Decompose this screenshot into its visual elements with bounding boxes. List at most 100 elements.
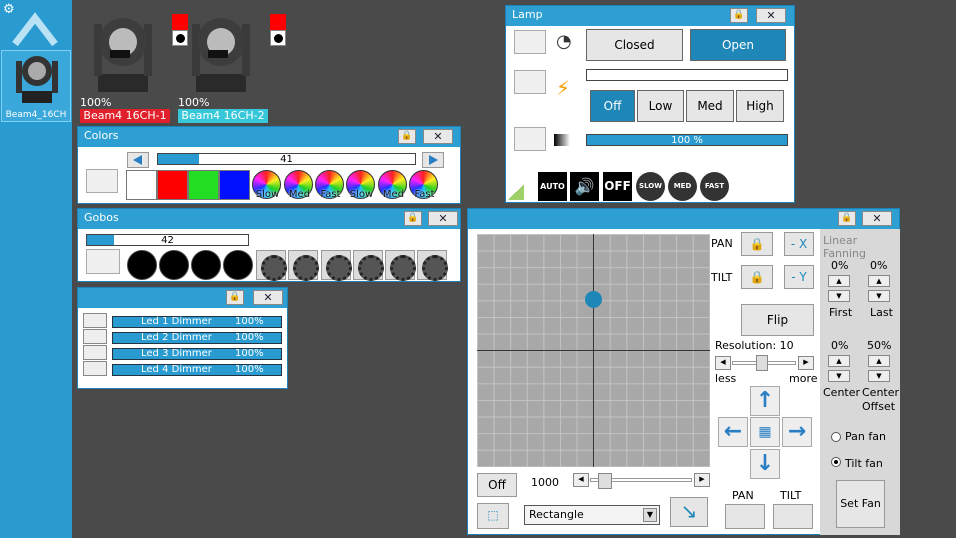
- selection-icon[interactable]: ⬚: [477, 503, 509, 529]
- strobe-med-button[interactable]: Med: [686, 90, 734, 122]
- last-down-button[interactable]: ▼: [868, 290, 890, 302]
- effect-off-button[interactable]: OFF: [603, 172, 632, 201]
- gobo-shake-2-button[interactable]: [288, 250, 319, 281]
- tilt-lock-icon[interactable]: 🔒: [741, 265, 773, 289]
- invert-y-button[interactable]: - Y: [784, 265, 814, 289]
- close-button[interactable]: ✕: [253, 290, 283, 305]
- color-swatch-red[interactable]: [157, 170, 188, 200]
- dimmer-reset-button[interactable]: [514, 127, 546, 151]
- gobos-reset-button[interactable]: [86, 249, 120, 274]
- led-3-button[interactable]: [83, 345, 107, 360]
- led-1-button[interactable]: [83, 313, 107, 328]
- resolution-right-button[interactable]: ▶: [798, 356, 814, 370]
- lock-icon[interactable]: 🔒: [398, 129, 416, 144]
- strobe-reset-button[interactable]: [514, 70, 546, 94]
- center-grid-icon[interactable]: ▦: [750, 417, 780, 447]
- shape-select[interactable]: Rectangle ▼: [524, 505, 660, 525]
- gobo-3-button[interactable]: [191, 250, 221, 280]
- lock-icon[interactable]: 🔒: [730, 8, 748, 23]
- fixture-thumbnail[interactable]: Beam4_16CH: [1, 50, 71, 122]
- set-fan-button[interactable]: Set Fan: [836, 480, 885, 528]
- led-4-button[interactable]: [83, 361, 107, 376]
- first-down-button[interactable]: ▼: [828, 290, 850, 302]
- effect-slow-button[interactable]: SLOW: [636, 172, 665, 201]
- gobo-shake-4-button[interactable]: [353, 250, 384, 281]
- offset-down-button[interactable]: ▼: [868, 370, 890, 382]
- gobo-shake-3-button[interactable]: [321, 250, 352, 281]
- led-4-dimmer[interactable]: Led 4 Dimmer 100%: [112, 364, 282, 376]
- color-swatch-blue[interactable]: [219, 170, 250, 200]
- offset-up-button[interactable]: ▲: [868, 355, 890, 367]
- shutter-closed-button[interactable]: Closed: [586, 29, 683, 61]
- arrow-down-icon[interactable]: ↓: [750, 449, 780, 479]
- colors-prev-button[interactable]: [127, 152, 149, 168]
- gobo-1-button[interactable]: [127, 250, 157, 280]
- speed-slider-thumb[interactable]: [598, 473, 612, 489]
- tilt-fan-radio[interactable]: [831, 457, 841, 467]
- arrow-up-icon[interactable]: ↑: [750, 386, 780, 416]
- gobos-slider[interactable]: 42: [86, 234, 249, 246]
- color-wheel-med-button[interactable]: Med: [284, 170, 313, 200]
- pan-value-button[interactable]: [725, 504, 765, 529]
- direction-diagonal-icon[interactable]: ↘: [670, 497, 708, 527]
- close-button[interactable]: ✕: [428, 211, 458, 226]
- fixture-2[interactable]: 100% Beam4 16CH-2: [178, 12, 286, 123]
- arrow-right-icon[interactable]: →: [782, 417, 812, 447]
- sound-icon[interactable]: 🔊: [570, 172, 599, 201]
- flip-button[interactable]: Flip: [741, 304, 814, 336]
- first-up-button[interactable]: ▲: [828, 275, 850, 287]
- gobo-4-button[interactable]: [223, 250, 253, 280]
- arrow-left-icon[interactable]: ←: [718, 417, 748, 447]
- off-button[interactable]: Off: [477, 473, 517, 497]
- resolution-left-button[interactable]: ◀: [715, 356, 731, 370]
- color-wheel-fast-rev-button[interactable]: Fast: [409, 170, 438, 200]
- gobo-2-button[interactable]: [159, 250, 189, 280]
- center-up-button[interactable]: ▲: [828, 355, 850, 367]
- pantilt-position-handle[interactable]: [585, 291, 602, 308]
- color-wheel-slow-button[interactable]: Slow: [252, 170, 281, 200]
- color-swatch-white[interactable]: [126, 170, 157, 200]
- fixture-1[interactable]: 100% Beam4 16CH-1: [80, 12, 188, 123]
- color-wheel-slow-rev-button[interactable]: Slow: [346, 170, 375, 200]
- pantilt-grid[interactable]: [477, 234, 710, 467]
- dimmer-slider[interactable]: 100 %: [586, 134, 788, 146]
- colors-reset-button[interactable]: [86, 169, 118, 193]
- fixture-2-label[interactable]: Beam4 16CH-2: [178, 109, 268, 123]
- lock-icon[interactable]: 🔒: [226, 290, 244, 305]
- close-button[interactable]: ✕: [862, 211, 892, 226]
- resolution-slider-thumb[interactable]: [756, 355, 768, 371]
- effect-fast-button[interactable]: FAST: [700, 172, 729, 201]
- strobe-low-button[interactable]: Low: [637, 90, 684, 122]
- tilt-value-button[interactable]: [773, 504, 813, 529]
- lock-icon[interactable]: 🔒: [838, 211, 856, 226]
- speed-left-button[interactable]: ◀: [573, 473, 589, 487]
- lock-icon[interactable]: 🔒: [404, 211, 422, 226]
- close-button[interactable]: ✕: [423, 129, 453, 144]
- led-3-dimmer[interactable]: Led 3 Dimmer 100%: [112, 348, 282, 360]
- collapse-up-icon[interactable]: [12, 10, 58, 46]
- effect-auto-button[interactable]: AUTO: [538, 172, 567, 201]
- gobo-shake-1-button[interactable]: [256, 250, 287, 281]
- fixture-1-label[interactable]: Beam4 16CH-1: [80, 109, 170, 123]
- speed-right-button[interactable]: ▶: [694, 473, 710, 487]
- led-2-dimmer[interactable]: Led 2 Dimmer 100%: [112, 332, 282, 344]
- shutter-reset-button[interactable]: [514, 30, 546, 54]
- color-wheel-fast-button[interactable]: Fast: [315, 170, 344, 200]
- strobe-slider[interactable]: [586, 69, 788, 81]
- gobo-shake-6-button[interactable]: [417, 250, 448, 281]
- pan-lock-icon[interactable]: 🔒: [741, 232, 773, 256]
- center-down-button[interactable]: ▼: [828, 370, 850, 382]
- gobo-shake-5-button[interactable]: [385, 250, 416, 281]
- led-2-button[interactable]: [83, 329, 107, 344]
- resize-grip-icon[interactable]: [508, 184, 524, 200]
- pan-fan-radio[interactable]: [831, 432, 841, 442]
- last-up-button[interactable]: ▲: [868, 275, 890, 287]
- invert-x-button[interactable]: - X: [784, 232, 814, 256]
- colors-next-button[interactable]: [422, 152, 444, 168]
- close-button[interactable]: ✕: [756, 8, 786, 23]
- color-wheel-med-rev-button[interactable]: Med: [378, 170, 407, 200]
- strobe-off-button[interactable]: Off: [590, 90, 635, 122]
- effect-med-button[interactable]: MED: [668, 172, 697, 201]
- shutter-open-button[interactable]: Open: [690, 29, 786, 61]
- color-swatch-green[interactable]: [188, 170, 219, 200]
